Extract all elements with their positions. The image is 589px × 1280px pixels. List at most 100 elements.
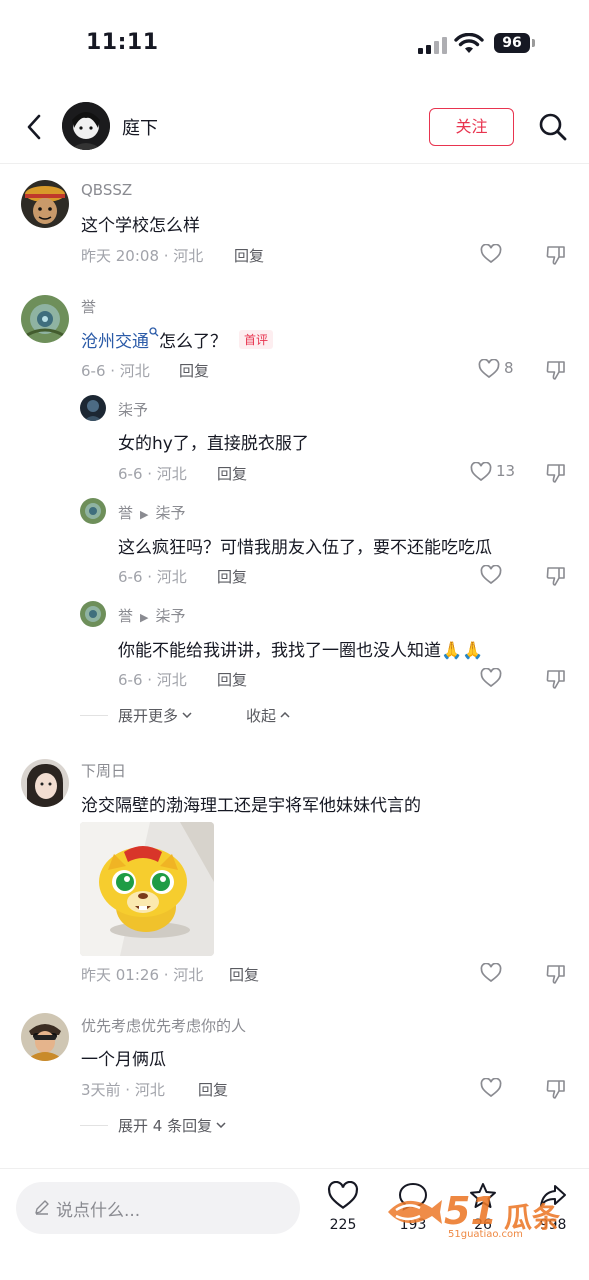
back-icon[interactable]: [22, 112, 46, 142]
like-button[interactable]: [480, 668, 504, 690]
reply-button[interactable]: 回复: [229, 964, 259, 985]
like-count: 13: [496, 462, 516, 480]
comment-text: 沧州交通 怎么了？ 首评: [81, 327, 274, 352]
reply-button[interactable]: 回复: [217, 669, 247, 690]
pen-icon: [35, 1200, 49, 1215]
replier-username[interactable]: 誉: [118, 607, 133, 625]
comment-input-placeholder: 说点什么...: [56, 1201, 141, 1221]
comment-meta: 昨天 01:26 · 河北: [81, 966, 204, 984]
header: 庭下 关注: [0, 90, 589, 164]
search-icon[interactable]: [538, 112, 568, 142]
expand-replies-label: 展开 4 条回复: [118, 1117, 213, 1135]
dislike-icon[interactable]: [545, 244, 567, 266]
comment-text: 沧交隔壁的渤海理工还是宇将军他妹妹代言的: [81, 796, 421, 816]
comment-meta: 3天前 · 河北: [81, 1081, 165, 1099]
commenter-avatar[interactable]: [21, 295, 69, 343]
comment-meta: 6-6 · 河北: [81, 362, 150, 380]
reply-button[interactable]: 回复: [179, 360, 209, 381]
like-button[interactable]: 8: [478, 359, 518, 381]
heart-icon: [478, 359, 500, 379]
like-button[interactable]: [480, 963, 504, 985]
replier-avatar[interactable]: [80, 395, 106, 421]
reply-button[interactable]: 回复: [234, 245, 264, 266]
reply-to-username[interactable]: 柒予: [155, 607, 185, 625]
comment-input[interactable]: 说点什么...: [16, 1182, 300, 1234]
like-post-button[interactable]: 225: [318, 1180, 368, 1233]
reply-button[interactable]: 回复: [217, 566, 247, 587]
reply-text: 你能不能给我讲讲，我找了一圈也没人知道🙏🙏: [118, 641, 484, 661]
expand-more-button[interactable]: 展开更多: [118, 705, 192, 726]
watermark-logo: 51 瓜条 51guatiao.com: [382, 1184, 572, 1244]
expand-more-label: 展开更多: [118, 707, 179, 725]
reply-meta: 6-6 · 河北: [118, 465, 187, 483]
commenter-avatar[interactable]: [21, 1013, 69, 1061]
dislike-icon[interactable]: [545, 462, 567, 484]
reply-to-username[interactable]: 柒予: [155, 504, 185, 522]
bottom-bar: 说点什么... 225 193 26 998 51 瓜条 51guatiao.c…: [0, 1168, 589, 1280]
like-button[interactable]: 13: [470, 462, 516, 484]
battery-tip: [532, 39, 535, 47]
battery-level: 96: [494, 33, 530, 53]
dislike-icon[interactable]: [545, 668, 567, 690]
like-count: 225: [329, 1217, 357, 1233]
reply-meta: 6-6 · 河北: [118, 568, 187, 586]
commenter-name[interactable]: QBSSZ: [81, 181, 132, 199]
comment-text: 一个月俩瓜: [81, 1050, 166, 1070]
reply-button[interactable]: 回复: [217, 463, 247, 484]
watermark-brand: 51: [444, 1189, 497, 1233]
cellular-signal-icon: [418, 36, 448, 54]
fish-logo-icon: [388, 1200, 442, 1224]
commenter-name[interactable]: 誉: [81, 296, 96, 317]
reply-arrow-icon: ▶: [140, 611, 149, 624]
collapse-label: 收起: [246, 707, 277, 725]
comment-text-rest: 怎么了？: [159, 332, 227, 352]
chevron-down-icon: [216, 1122, 226, 1128]
heart-icon: [327, 1180, 359, 1209]
search-icon: [149, 327, 159, 337]
like-button[interactable]: [480, 244, 504, 266]
replier-name[interactable]: 誉 ▶ 柒予: [118, 502, 186, 523]
replier-name[interactable]: 柒予: [118, 399, 148, 420]
commenter-name[interactable]: 优先考虑优先考虑你的人: [81, 1015, 246, 1036]
author-avatar[interactable]: [62, 102, 110, 150]
commenter-avatar[interactable]: [21, 180, 69, 228]
heart-icon: [480, 668, 502, 688]
reply-arrow-icon: ▶: [140, 508, 149, 521]
divider: [80, 1125, 108, 1126]
author-name[interactable]: 庭下: [122, 114, 158, 140]
like-button[interactable]: [480, 1078, 504, 1100]
heart-icon: [470, 462, 492, 482]
dislike-icon[interactable]: [545, 1078, 567, 1100]
topic-link[interactable]: 沧州交通: [81, 332, 149, 352]
heart-icon: [480, 244, 502, 264]
divider: [80, 715, 108, 716]
reply-text: 女的hy了，直接脱衣服了: [118, 434, 309, 454]
like-count: 8: [504, 359, 514, 377]
comment-meta: 昨天 20:08 · 河北: [81, 247, 204, 265]
heart-icon: [480, 1078, 502, 1098]
replier-avatar[interactable]: [80, 601, 106, 627]
reply-button[interactable]: 回复: [198, 1079, 228, 1100]
chevron-up-icon: [280, 712, 290, 718]
replier-username[interactable]: 誉: [118, 504, 133, 522]
watermark-url: 51guatiao.com: [448, 1229, 523, 1240]
expand-replies-button[interactable]: 展开 4 条回复: [118, 1115, 226, 1136]
dislike-icon[interactable]: [545, 359, 567, 381]
reply-text: 这么疯狂吗？可惜我朋友入伍了，要不还能吃吃瓜: [118, 538, 492, 558]
comment-image[interactable]: [80, 822, 214, 956]
follow-button[interactable]: 关注: [429, 108, 514, 146]
commenter-avatar[interactable]: [21, 759, 69, 807]
comment-text: 这个学校怎么样: [81, 216, 200, 236]
wifi-icon: [454, 33, 484, 53]
heart-icon: [480, 565, 502, 585]
dislike-icon[interactable]: [545, 963, 567, 985]
collapse-button[interactable]: 收起: [246, 705, 290, 726]
replier-avatar[interactable]: [80, 498, 106, 524]
dislike-icon[interactable]: [545, 565, 567, 587]
replier-name[interactable]: 誉 ▶ 柒予: [118, 605, 186, 626]
first-comment-badge: 首评: [239, 330, 274, 349]
commenter-name[interactable]: 下周日: [81, 760, 126, 781]
like-button[interactable]: [480, 565, 504, 587]
status-time: 11:11: [86, 30, 159, 55]
heart-icon: [480, 963, 502, 983]
